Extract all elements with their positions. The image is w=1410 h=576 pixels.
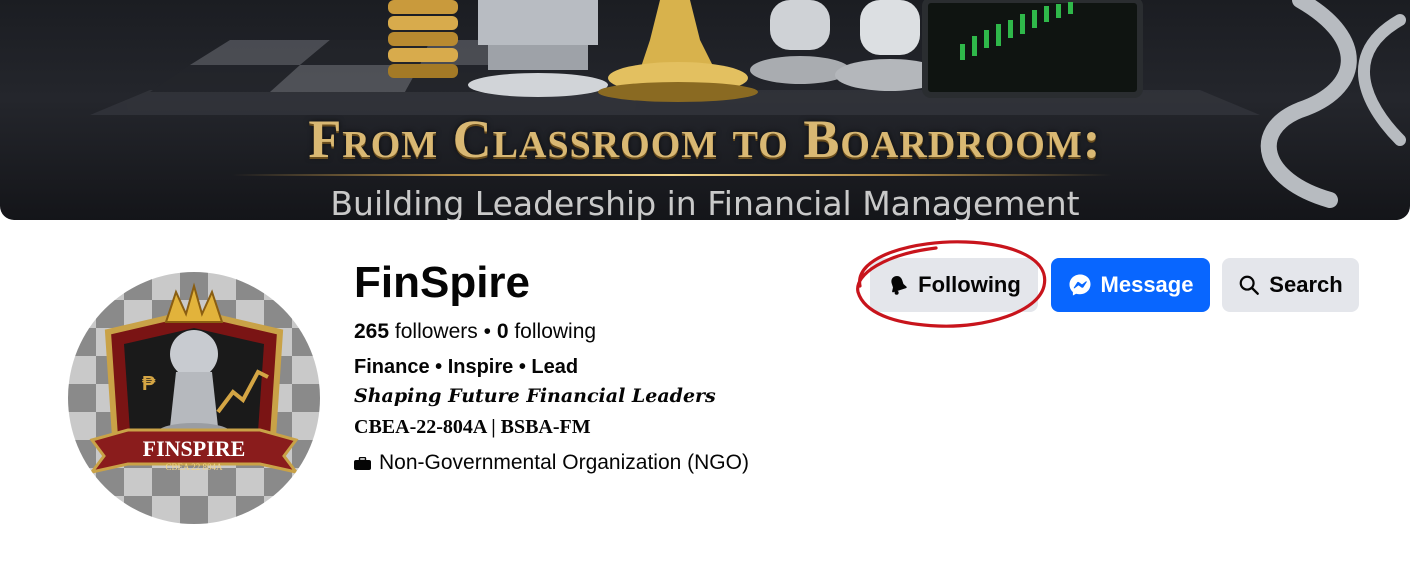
page-name[interactable]: FinSpire xyxy=(354,258,530,308)
message-button[interactable]: Message xyxy=(1051,258,1210,312)
following-label: following xyxy=(514,320,597,343)
following-link[interactable]: 0 following xyxy=(497,320,596,343)
followers-link[interactable]: 265 followers xyxy=(354,320,478,343)
search-button-label: Search xyxy=(1269,272,1343,297)
profile-avatar[interactable]: ₱ FINSPIRE CBEA 22 804A xyxy=(68,272,320,524)
followers-label: followers xyxy=(394,320,478,343)
finspire-logo: ₱ FINSPIRE CBEA 22 804A xyxy=(88,282,300,475)
message-button-label: Message xyxy=(1100,272,1194,297)
bell-icon xyxy=(891,276,907,295)
cover-title: From Classroom to Boardroom: xyxy=(308,109,1102,169)
following-button[interactable]: Following xyxy=(870,258,1038,312)
messenger-icon xyxy=(1069,274,1091,296)
search-button[interactable]: Search xyxy=(1222,258,1359,312)
cover-photo[interactable]: From Classroom to Boardroom: Building Le… xyxy=(0,0,1410,220)
page-motto: Shaping Future Financial Leaders xyxy=(354,385,716,407)
cover-subtitle: Building Leadership in Financial Managem… xyxy=(330,184,1080,220)
page-tagline: Finance • Inspire • Lead xyxy=(354,356,579,378)
search-icon xyxy=(1239,275,1260,295)
page-codes: CBEA-22-804A | BSBA-FM xyxy=(354,416,591,438)
stats-separator: • xyxy=(483,320,491,343)
followers-count: 265 xyxy=(354,320,390,343)
svg-text:₱: ₱ xyxy=(142,373,156,395)
page-category: Non-Governmental Organization (NGO) xyxy=(354,451,749,475)
avatar-banner-text: FINSPIRE xyxy=(143,436,246,461)
following-count: 0 xyxy=(496,320,509,343)
cover-divider xyxy=(232,174,1112,176)
follow-stats: 265 followers • 0 following xyxy=(354,320,596,344)
avatar-code-text: CBEA 22 804A xyxy=(165,462,223,472)
following-button-label: Following xyxy=(918,272,1021,297)
briefcase-icon xyxy=(354,456,371,470)
category-label: Non-Governmental Organization (NGO) xyxy=(379,451,749,474)
